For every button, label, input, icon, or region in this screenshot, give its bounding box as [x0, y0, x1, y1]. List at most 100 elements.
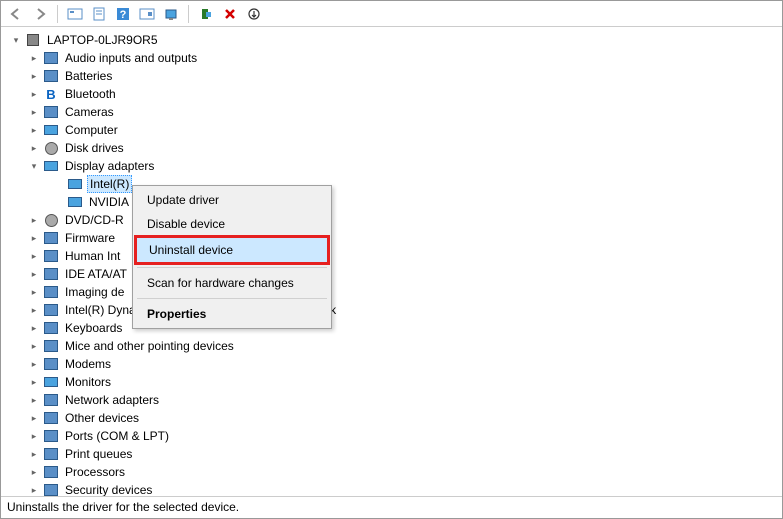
ide-icon: [43, 266, 59, 282]
tree-category[interactable]: ▸ Batteries: [3, 67, 780, 85]
tree-category[interactable]: ▸ Monitors: [3, 373, 780, 391]
category-label[interactable]: Mice and other pointing devices: [63, 338, 236, 354]
tree-device[interactable]: NVIDIA: [3, 193, 780, 211]
chevron-right-icon[interactable]: ▸: [27, 411, 41, 425]
chevron-right-icon[interactable]: ▸: [27, 447, 41, 461]
chevron-right-icon[interactable]: ▸: [27, 285, 41, 299]
chevron-right-icon[interactable]: ▸: [27, 321, 41, 335]
toolbar-separator: [188, 5, 189, 23]
category-label[interactable]: Bluetooth: [63, 86, 118, 102]
device-label[interactable]: Intel(R): [87, 175, 132, 193]
forward-button[interactable]: [29, 3, 51, 25]
category-label[interactable]: Firmware: [63, 230, 117, 246]
category-label[interactable]: DVD/CD-R: [63, 212, 126, 228]
category-label[interactable]: Other devices: [63, 410, 141, 426]
category-label[interactable]: Computer: [63, 122, 120, 138]
chevron-right-icon[interactable]: ▸: [27, 69, 41, 83]
back-button[interactable]: [5, 3, 27, 25]
properties-button[interactable]: [88, 3, 110, 25]
device-tree[interactable]: ▾ LAPTOP-0LJR9OR5 ▸ Audio inputs and outp…: [1, 27, 782, 496]
chevron-right-icon[interactable]: ▸: [27, 231, 41, 245]
category-label[interactable]: Security devices: [63, 482, 154, 496]
menu-item-properties[interactable]: Properties: [135, 302, 329, 326]
battery-icon: [43, 68, 59, 84]
scan-button[interactable]: [160, 3, 182, 25]
root-label[interactable]: LAPTOP-0LJR9OR5: [45, 32, 160, 48]
hid-icon: [43, 248, 59, 264]
category-label[interactable]: Monitors: [63, 374, 113, 390]
show-hidden-button[interactable]: [64, 3, 86, 25]
tree-category[interactable]: ▸ Keyboards: [3, 319, 780, 337]
camera-icon: [43, 104, 59, 120]
tree-category[interactable]: ▸ Mice and other pointing devices: [3, 337, 780, 355]
tree-device[interactable]: Intel(R): [3, 175, 780, 193]
tree-category[interactable]: ▸ Processors: [3, 463, 780, 481]
chevron-right-icon[interactable]: ▸: [27, 267, 41, 281]
tree-category[interactable]: ▸BBluetooth: [3, 85, 780, 103]
tree-category[interactable]: ▸ IDE ATA/AT: [3, 265, 780, 283]
tree-category[interactable]: ▸ Human Int: [3, 247, 780, 265]
chevron-right-icon[interactable]: ▸: [27, 87, 41, 101]
chevron-right-icon[interactable]: ▸: [27, 375, 41, 389]
computer-icon: [43, 122, 59, 138]
category-label[interactable]: Network adapters: [63, 392, 161, 408]
category-label[interactable]: Print queues: [63, 446, 134, 462]
chevron-right-icon[interactable]: ▸: [27, 483, 41, 496]
chevron-right-icon[interactable]: ▸: [27, 51, 41, 65]
tree-category[interactable]: ▸ Computer: [3, 121, 780, 139]
tree-category[interactable]: ▸ Firmware: [3, 229, 780, 247]
category-label[interactable]: Disk drives: [63, 140, 126, 156]
category-label[interactable]: Modems: [63, 356, 113, 372]
category-label[interactable]: Batteries: [63, 68, 114, 84]
chevron-right-icon[interactable]: ▸: [27, 105, 41, 119]
more-button[interactable]: [243, 3, 265, 25]
tree-category[interactable]: ▸ Network adapters: [3, 391, 780, 409]
menu-separator: [137, 267, 327, 268]
tree-category[interactable]: ▸ Imaging de: [3, 283, 780, 301]
chevron-right-icon[interactable]: ▸: [27, 339, 41, 353]
tree-category[interactable]: ▸ Ports (COM & LPT): [3, 427, 780, 445]
category-label[interactable]: Imaging de: [63, 284, 126, 300]
category-label[interactable]: Processors: [63, 464, 127, 480]
tree-category[interactable]: ▸ DVD/CD-R: [3, 211, 780, 229]
remove-button[interactable]: [219, 3, 241, 25]
tree-category[interactable]: ▾ Display adapters: [3, 157, 780, 175]
add-legacy-button[interactable]: [195, 3, 217, 25]
chevron-right-icon[interactable]: ▸: [27, 249, 41, 263]
device-label[interactable]: NVIDIA: [87, 194, 131, 210]
category-label[interactable]: Ports (COM & LPT): [63, 428, 171, 444]
category-label[interactable]: Keyboards: [63, 320, 124, 336]
tree-category[interactable]: ▸ Audio inputs and outputs: [3, 49, 780, 67]
tree-category[interactable]: ▸ Modems: [3, 355, 780, 373]
category-label[interactable]: Audio inputs and outputs: [63, 50, 199, 66]
help-button[interactable]: ?: [112, 3, 134, 25]
tree-category[interactable]: ▸ Security devices: [3, 481, 780, 496]
chevron-right-icon[interactable]: ▸: [27, 141, 41, 155]
tree-category[interactable]: ▸Intel(R) Dynamic Platform and Thermal F…: [3, 301, 780, 319]
category-label[interactable]: Human Int: [63, 248, 122, 264]
expander-icon[interactable]: ▾: [9, 33, 23, 47]
tree-category[interactable]: ▸ Print queues: [3, 445, 780, 463]
category-label[interactable]: IDE ATA/AT: [63, 266, 129, 282]
menu-item-scan-for-hardware-changes[interactable]: Scan for hardware changes: [135, 271, 329, 295]
chevron-right-icon[interactable]: ▸: [27, 213, 41, 227]
chevron-right-icon[interactable]: ▸: [27, 357, 41, 371]
chevron-right-icon[interactable]: ▸: [27, 429, 41, 443]
chevron-right-icon[interactable]: ▸: [27, 123, 41, 137]
chevron-right-icon[interactable]: ▸: [27, 465, 41, 479]
display-icon: [43, 158, 59, 174]
chevron-right-icon[interactable]: ▸: [27, 303, 41, 317]
tree-category[interactable]: ▸ Disk drives: [3, 139, 780, 157]
tree-category[interactable]: ▸ Cameras: [3, 103, 780, 121]
menu-item-uninstall-device[interactable]: Uninstall device: [134, 235, 330, 265]
menu-item-disable-device[interactable]: Disable device: [135, 212, 329, 236]
chevron-right-icon[interactable]: ▸: [27, 393, 41, 407]
chevron-down-icon[interactable]: ▾: [27, 159, 41, 173]
tree-root[interactable]: ▾ LAPTOP-0LJR9OR5: [3, 31, 780, 49]
dvd-icon: [43, 212, 59, 228]
category-label[interactable]: Display adapters: [63, 158, 156, 174]
category-label[interactable]: Cameras: [63, 104, 116, 120]
update-button[interactable]: [136, 3, 158, 25]
tree-category[interactable]: ▸ Other devices: [3, 409, 780, 427]
menu-item-update-driver[interactable]: Update driver: [135, 188, 329, 212]
